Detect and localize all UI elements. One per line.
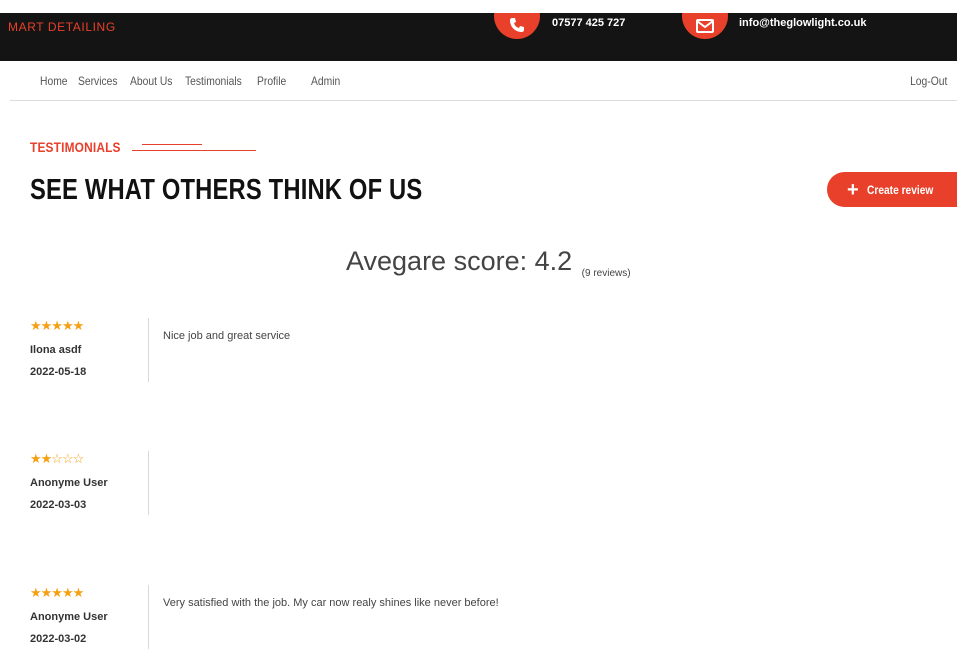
page-title: SEE WHAT OTHERS THINK OF US xyxy=(30,174,423,206)
review-meta: ★★★★★ Ilona asdf 2022-05-18 xyxy=(30,318,149,382)
review-item: ★★★★★ Ilona asdf 2022-05-18 Nice job and… xyxy=(30,318,930,384)
logout-link[interactable]: Log-Out xyxy=(910,74,947,88)
section-label: TESTIMONIALS xyxy=(30,139,121,155)
nav-admin[interactable]: Admin xyxy=(311,74,340,88)
main-navigation: Home Services About Us Testimonials Prof… xyxy=(10,61,957,101)
plus-icon: + xyxy=(847,178,859,201)
nav-about-us[interactable]: About Us xyxy=(130,74,172,88)
review-count: (9 reviews) xyxy=(581,268,631,279)
nav-testimonials[interactable]: Testimonials xyxy=(185,74,242,88)
reviewer-name: Ilona asdf xyxy=(30,344,82,356)
top-contact-bar: MART DETAILING 07577 425 727 info@theglo… xyxy=(0,13,957,61)
nav-services[interactable]: Services xyxy=(78,74,118,88)
review-item: ★★★★★ Anonyme User 2022-03-02 Very satis… xyxy=(30,585,930,651)
average-score-text: Avegare score: 4.2 xyxy=(346,246,573,276)
review-text: Nice job and great service xyxy=(163,330,291,342)
create-review-label: Create review xyxy=(866,182,934,197)
reviewer-name: Anonyme User xyxy=(30,477,108,489)
create-review-button[interactable]: + Create review xyxy=(827,172,957,207)
phone-number[interactable]: 07577 425 727 xyxy=(552,17,625,29)
mail-icon[interactable] xyxy=(682,13,728,39)
nav-profile[interactable]: Profile xyxy=(257,74,286,88)
star-rating: ★★★★★ xyxy=(30,318,84,333)
brand-name[interactable]: MART DETAILING xyxy=(8,20,116,34)
review-date: 2022-05-18 xyxy=(30,366,87,378)
reviewer-name: Anonyme User xyxy=(30,611,108,623)
phone-icon[interactable] xyxy=(494,13,540,39)
label-decoration xyxy=(132,144,256,152)
average-score: Avegare score: 4.2 (9 reviews) xyxy=(346,246,631,279)
review-meta: ★★★★★ Anonyme User 2022-03-02 xyxy=(30,585,149,649)
review-text: Very satisfied with the job. My car now … xyxy=(163,597,499,609)
review-date: 2022-03-03 xyxy=(30,499,87,511)
review-item: ★★☆☆☆ Anonyme User 2022-03-03 xyxy=(30,451,930,517)
review-meta: ★★☆☆☆ Anonyme User 2022-03-03 xyxy=(30,451,149,515)
star-rating: ★★☆☆☆ xyxy=(30,451,84,466)
review-date: 2022-03-02 xyxy=(30,633,87,645)
star-rating: ★★★★★ xyxy=(30,585,84,600)
nav-home[interactable]: Home xyxy=(40,74,68,88)
email-address[interactable]: info@theglowlight.co.uk xyxy=(739,17,866,29)
